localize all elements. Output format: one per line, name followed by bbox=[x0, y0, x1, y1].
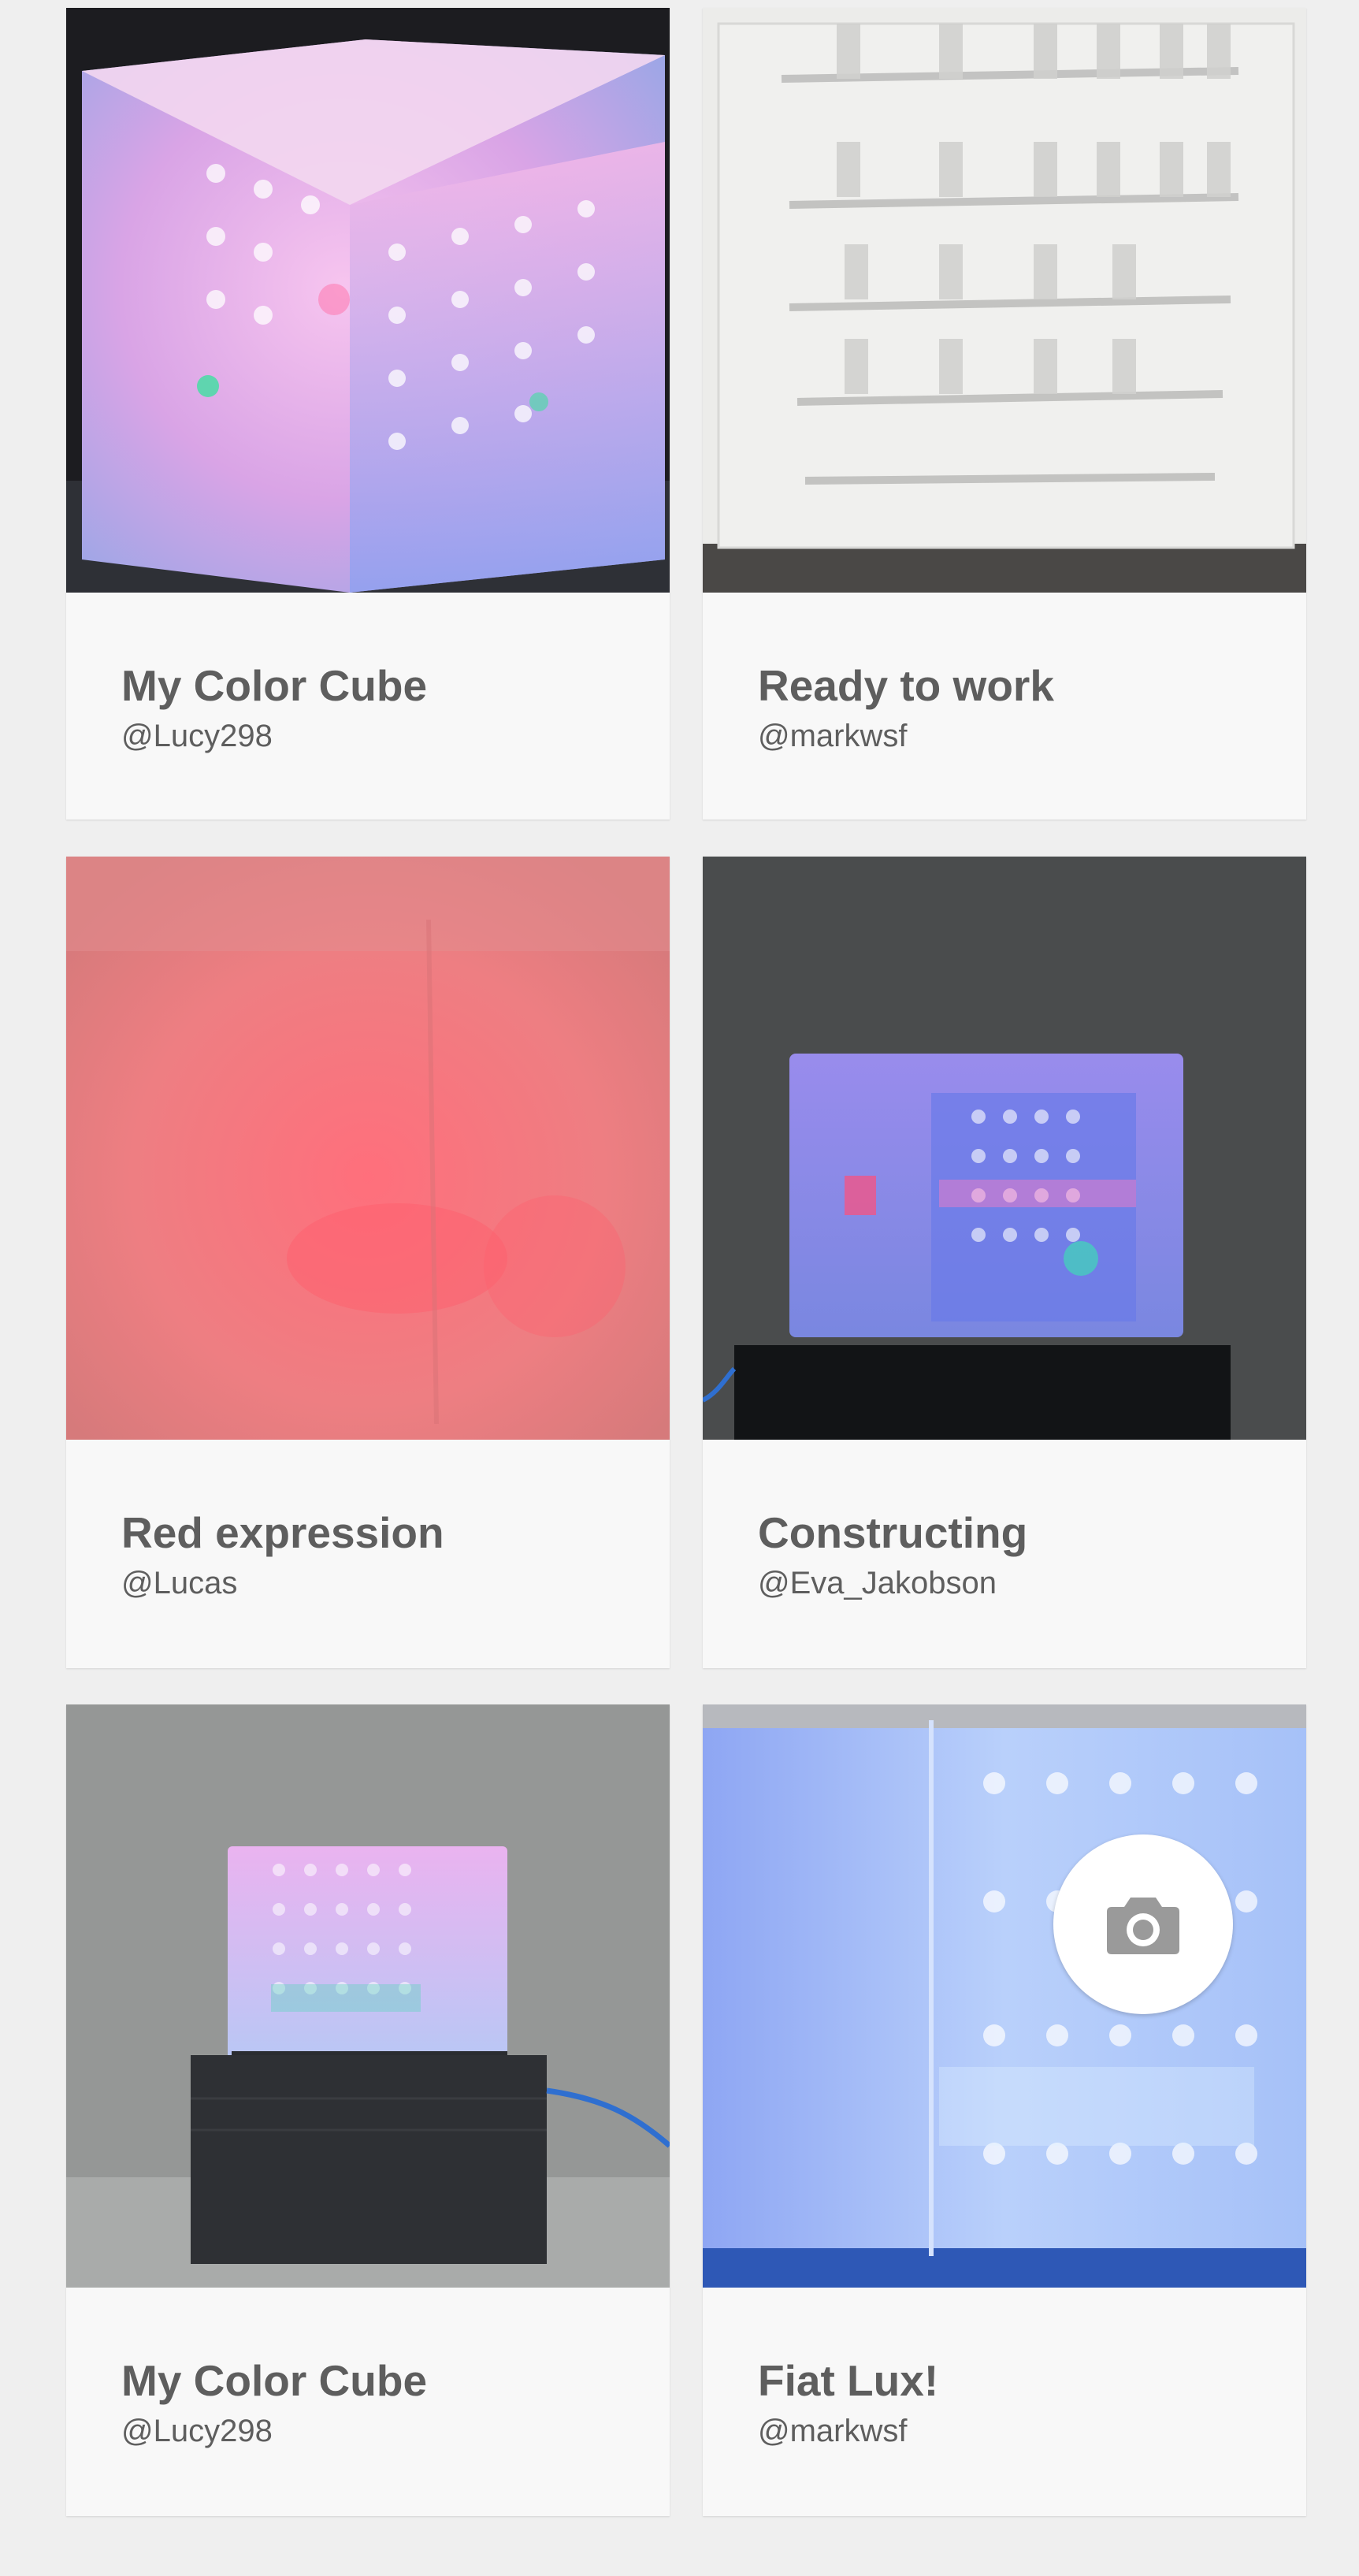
card-title: Ready to work bbox=[758, 661, 1054, 710]
led-frame-photo bbox=[703, 8, 1306, 593]
card-author[interactable]: @Lucas bbox=[121, 1566, 237, 1601]
card-author[interactable]: @Lucy298 bbox=[121, 719, 273, 754]
photo-gallery: My Color Cube @Lucy298 Ready to work @ma… bbox=[0, 0, 1359, 2576]
card-author[interactable]: @markwsf bbox=[758, 2414, 908, 2449]
gallery-card[interactable]: My Color Cube @Lucy298 bbox=[66, 8, 670, 820]
card-photo[interactable] bbox=[703, 1704, 1306, 2288]
card-photo[interactable] bbox=[703, 8, 1306, 593]
add-photo-button[interactable] bbox=[1053, 1834, 1233, 2014]
gallery-card[interactable]: Ready to work @markwsf bbox=[703, 8, 1306, 820]
red-glow-photo bbox=[66, 857, 670, 1440]
camera-icon bbox=[1107, 1898, 1179, 1954]
card-author[interactable]: @Lucy298 bbox=[121, 2414, 273, 2449]
gallery-card[interactable]: Fiat Lux! @markwsf bbox=[703, 1704, 1306, 2516]
cube-on-base-photo bbox=[703, 857, 1306, 1440]
card-photo[interactable] bbox=[703, 857, 1306, 1440]
card-author[interactable]: @Eva_Jakobson bbox=[758, 1566, 997, 1601]
card-author[interactable]: @markwsf bbox=[758, 719, 908, 754]
card-title: My Color Cube bbox=[121, 661, 428, 710]
card-photo[interactable] bbox=[66, 1704, 670, 2288]
gallery-card[interactable]: Constructing @Eva_Jakobson bbox=[703, 857, 1306, 1668]
card-title: My Color Cube bbox=[121, 2356, 428, 2405]
gallery-card[interactable]: My Color Cube @Lucy298 bbox=[66, 1704, 670, 2516]
card-title: Red expression bbox=[121, 1508, 444, 1557]
card-title: Constructing bbox=[758, 1508, 1028, 1557]
blue-glow-photo bbox=[703, 1704, 1306, 2288]
card-title: Fiat Lux! bbox=[758, 2356, 939, 2405]
card-photo[interactable] bbox=[66, 857, 670, 1440]
color-cube-photo bbox=[66, 8, 670, 593]
card-photo[interactable] bbox=[66, 8, 670, 593]
cube-lamp-photo bbox=[66, 1704, 670, 2288]
gallery-card[interactable]: Red expression @Lucas bbox=[66, 857, 670, 1668]
